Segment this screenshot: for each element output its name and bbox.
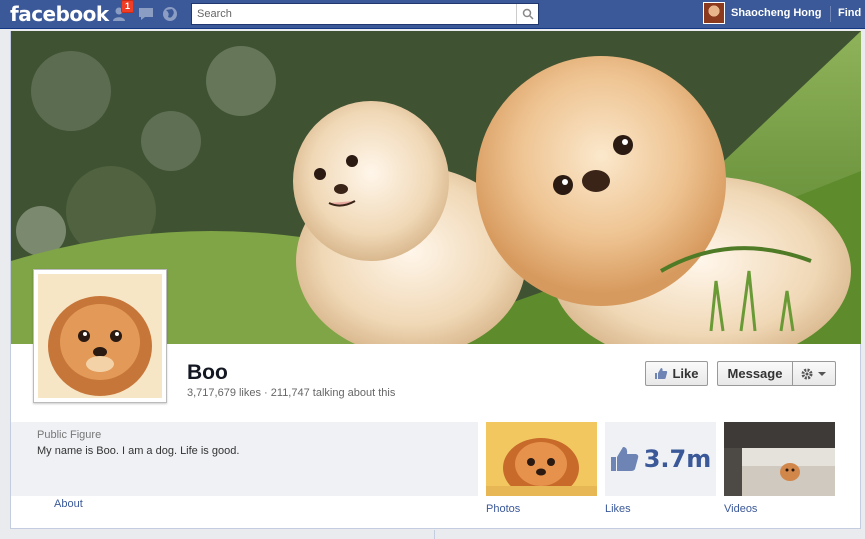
user-avatar[interactable] (703, 2, 725, 24)
about-link[interactable]: About (54, 498, 83, 510)
message-button[interactable]: Message (717, 361, 792, 386)
notification-badge: 1 (121, 0, 135, 13)
messages-icon[interactable] (137, 5, 155, 23)
videos-label[interactable]: Videos (724, 503, 757, 515)
likes-count: 3.7m (643, 445, 712, 473)
search-input[interactable] (192, 4, 512, 24)
like-button-label: Like (672, 366, 699, 381)
photos-label[interactable]: Photos (486, 503, 520, 515)
thumbs-up-icon (610, 447, 638, 471)
facebook-logo[interactable]: facebook (10, 2, 109, 26)
photos-tile[interactable] (486, 422, 597, 496)
timeline-card: Boo 3,717,679 likes · 211,747 talking ab… (10, 31, 861, 529)
globe-icon[interactable] (161, 5, 179, 23)
search-button[interactable] (516, 4, 538, 24)
photos-thumbnail (486, 422, 597, 496)
top-navigation-bar: facebook 1 Shaocheng Hong Find (0, 0, 865, 29)
likes-label[interactable]: Likes (605, 503, 631, 515)
chevron-down-icon (818, 371, 826, 376)
profile-image (38, 274, 162, 398)
find-friends-link[interactable]: Find (838, 7, 861, 19)
gear-icon (801, 368, 813, 379)
videos-tile[interactable] (724, 422, 835, 496)
page-category: Public Figure (37, 429, 102, 441)
about-description: My name is Boo. I am a dog. Life is good… (37, 445, 240, 457)
thumbs-up-icon (655, 368, 668, 379)
search-box (191, 3, 539, 25)
settings-dropdown-button[interactable] (792, 361, 836, 386)
likes-tile[interactable]: 3.7m (605, 422, 716, 496)
nav-divider (830, 6, 831, 22)
page-title: Boo (187, 361, 228, 384)
timeline-spine (434, 530, 435, 539)
profile-picture[interactable] (33, 269, 167, 403)
like-button[interactable]: Like (645, 361, 708, 386)
search-icon (522, 8, 534, 20)
user-name-link[interactable]: Shaocheng Hong (731, 7, 821, 19)
videos-thumbnail (724, 422, 835, 496)
page-stats: 3,717,679 likes · 211,747 talking about … (187, 387, 396, 399)
message-button-label: Message (727, 366, 783, 381)
